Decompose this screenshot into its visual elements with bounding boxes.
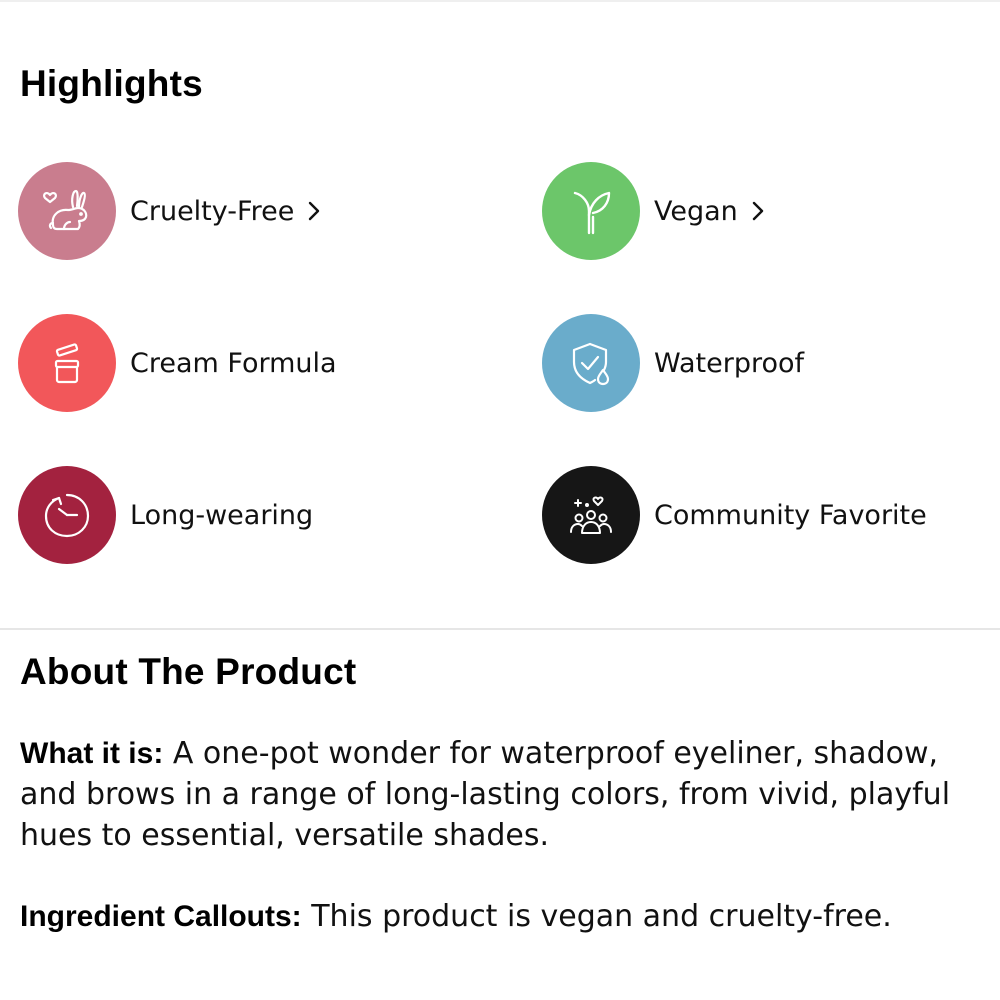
highlight-waterproof: Waterproof: [542, 313, 804, 413]
ingredient-callouts-lead: Ingredient Callouts:: [20, 900, 302, 933]
highlight-cream-formula: Cream Formula: [18, 313, 337, 413]
highlight-vegan[interactable]: Vegan: [542, 161, 764, 261]
what-it-is-paragraph: What it is: A one-pot wonder for waterpr…: [20, 733, 985, 856]
shield-drop-icon: [542, 314, 640, 412]
chevron-right-icon: [752, 201, 764, 221]
highlights-heading: Highlights: [20, 63, 203, 104]
cream-jar-icon: [18, 314, 116, 412]
bunny-heart-icon: [18, 162, 116, 260]
highlight-label: Cream Formula: [130, 347, 337, 379]
sprout-icon: [542, 162, 640, 260]
chevron-right-icon: [308, 201, 320, 221]
top-divider: [0, 0, 1000, 2]
highlight-long-wearing: Long-wearing: [18, 465, 313, 565]
what-it-is-lead: What it is:: [20, 737, 164, 770]
ingredient-callouts-text: This product is vegan and cruelty-free.: [301, 899, 892, 934]
ingredient-callouts-paragraph: Ingredient Callouts: This product is veg…: [20, 896, 985, 937]
clock-icon: [18, 466, 116, 564]
community-icon: [542, 466, 640, 564]
highlight-label: Cruelty-Free: [130, 195, 295, 227]
section-divider: [0, 628, 1000, 630]
about-heading: About The Product: [20, 651, 357, 692]
highlight-label: Community Favorite: [654, 499, 927, 531]
highlight-label: Waterproof: [654, 347, 805, 379]
highlight-label: Vegan: [654, 195, 738, 227]
highlight-label: Long-wearing: [130, 499, 314, 531]
highlight-community-favorite: Community Favorite: [542, 465, 927, 565]
highlight-cruelty-free[interactable]: Cruelty-Free: [18, 161, 320, 261]
